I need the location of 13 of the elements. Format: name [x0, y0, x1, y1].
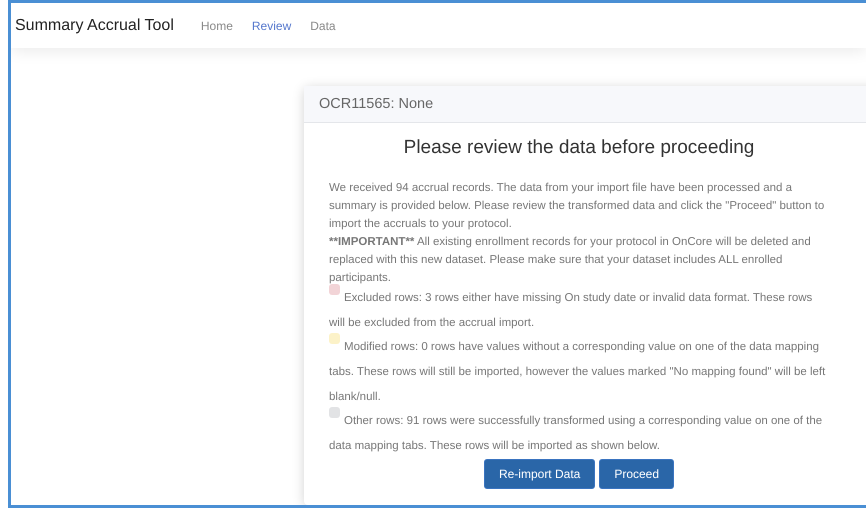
- intro-text: We received 94 accrual records. The data from your import file have been processed and a summary is provided below. Please review the transformed data and click the "Proceed" button to import the accruals to your protocol.: [329, 181, 826, 232]
- card-title: OCR11565: None: [319, 96, 434, 112]
- brand-title[interactable]: Summary Accrual Tool: [15, 16, 174, 34]
- proceed-button[interactable]: Proceed: [599, 459, 674, 489]
- legend-text: Other rows: 91 rows were successfully transformed using a corresponding value on one of the data mapping tabs. These rows will be imported as shown below.: [329, 415, 822, 452]
- nav-link[interactable]: Review: [252, 18, 292, 32]
- nav-link[interactable]: Home: [200, 18, 233, 32]
- nav-link[interactable]: Data: [310, 18, 336, 32]
- legend-text: Excluded rows: 3 rows either have missing On study date or invalid data format. These rows will be excluded from the accrual import.: [329, 292, 812, 329]
- reimport-button[interactable]: Re-import Data: [484, 459, 596, 489]
- important-text: **IMPORTANT** All existing enrollment records for your protocol in OnCore will be deleted and replaced with this new dataset. Please make sure that your dataset includes ALL enrolled participants.: [329, 235, 812, 286]
- review-heading: Please review the data before proceeding: [402, 137, 756, 159]
- legend-text: Modified rows: 0 rows have values without a corresponding value on one of the data mapping tabs. These rows will still be imported, however the values marked "No mapping found" will be left blank/null.: [329, 341, 826, 403]
